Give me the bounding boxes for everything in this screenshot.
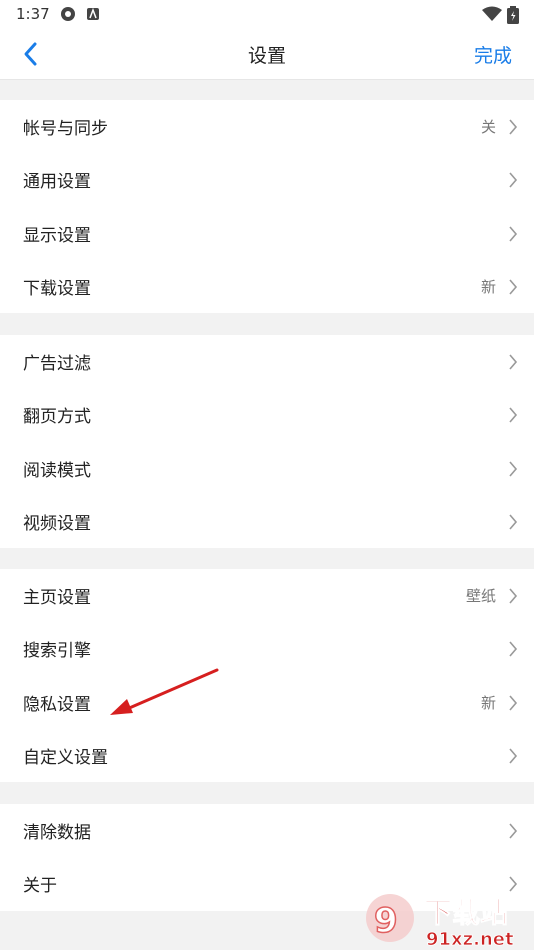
- row-label: 阅读模式: [23, 460, 91, 481]
- svg-text:下载站: 下载站: [424, 896, 508, 929]
- settings-group-account: 帐号与同步 关 通用设置 显示设置 下载设置 新: [0, 100, 534, 314]
- settings-row-page-turn[interactable]: 翻页方式: [0, 388, 534, 441]
- settings-row-account-sync[interactable]: 帐号与同步 关: [0, 100, 534, 153]
- row-label: 主页设置: [23, 588, 91, 609]
- row-label: 显示设置: [23, 225, 91, 246]
- chevron-right-icon: [509, 514, 518, 530]
- row-value: 壁纸: [465, 587, 496, 606]
- row-label: 下载设置: [23, 279, 91, 300]
- row-value: 新: [480, 693, 496, 712]
- row-label: 搜索引擎: [23, 641, 91, 662]
- row-label: 广告过滤: [23, 354, 91, 375]
- chevron-right-icon: [509, 279, 518, 295]
- settings-row-download[interactable]: 下载设置 新: [0, 260, 534, 313]
- chevron-right-icon: [509, 748, 518, 764]
- chevron-right-icon: [509, 226, 518, 242]
- status-time: 1:37: [16, 5, 50, 23]
- chevron-right-icon: [509, 588, 518, 604]
- settings-group-home: 主页设置 壁纸 搜索引擎 隐私设置 新 自定义设置: [0, 569, 534, 783]
- svg-text:9: 9: [374, 901, 398, 941]
- sync-status-icon: [61, 7, 75, 21]
- row-label: 关于: [23, 876, 57, 897]
- row-value: 新: [480, 278, 496, 297]
- settings-row-display[interactable]: 显示设置: [0, 207, 534, 260]
- settings-row-ad-filter[interactable]: 广告过滤: [0, 335, 534, 388]
- chevron-right-icon: [509, 119, 518, 135]
- watermark-logo: 9 下载站 91xz.net: [366, 894, 514, 950]
- settings-row-privacy[interactable]: 隐私设置 新: [0, 676, 534, 729]
- annotation-arrow-icon: [110, 668, 219, 715]
- chevron-right-icon: [509, 172, 518, 188]
- row-label: 视频设置: [23, 514, 91, 535]
- chevron-right-icon: [509, 823, 518, 839]
- chevron-right-icon: [509, 641, 518, 657]
- page-title: 设置: [247, 45, 286, 67]
- settings-row-general[interactable]: 通用设置: [0, 153, 534, 206]
- status-bar: 1:37: [0, 0, 534, 28]
- navigation-bar: 设置 完成: [0, 28, 534, 80]
- done-button[interactable]: 完成: [474, 41, 512, 68]
- settings-row-reading-mode[interactable]: 阅读模式: [0, 442, 534, 495]
- battery-icon: [507, 6, 519, 24]
- chevron-right-icon: [509, 461, 518, 477]
- settings-row-video[interactable]: 视频设置: [0, 495, 534, 548]
- chevron-right-icon: [509, 695, 518, 711]
- settings-row-search-engine[interactable]: 搜索引擎: [0, 622, 534, 675]
- settings-row-custom[interactable]: 自定义设置: [0, 729, 534, 782]
- settings-group-browsing: 广告过滤 翻页方式 阅读模式 视频设置: [0, 335, 534, 549]
- chevron-right-icon: [509, 354, 518, 370]
- row-label: 隐私设置: [23, 694, 91, 715]
- wifi-icon: [482, 6, 502, 21]
- app-notification-icon: [87, 7, 99, 20]
- chevron-right-icon: [509, 407, 518, 423]
- row-label: 通用设置: [23, 172, 91, 193]
- row-label: 清除数据: [23, 823, 91, 844]
- row-label: 翻页方式: [23, 407, 91, 428]
- settings-row-homepage[interactable]: 主页设置 壁纸: [0, 569, 534, 622]
- settings-row-clear-data[interactable]: 清除数据: [0, 804, 534, 857]
- row-label: 帐号与同步: [23, 119, 108, 140]
- svg-text:91xz.net: 91xz.net: [426, 929, 514, 950]
- row-value: 关: [480, 118, 496, 137]
- row-label: 自定义设置: [23, 748, 108, 769]
